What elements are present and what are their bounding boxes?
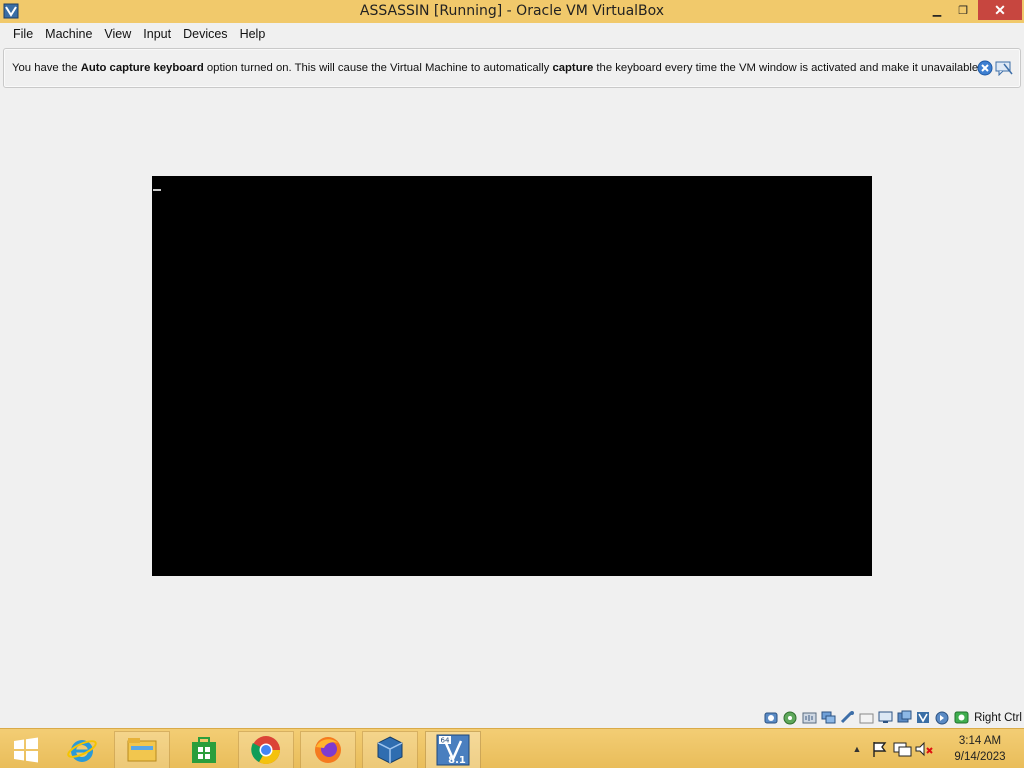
chrome-icon	[251, 736, 280, 764]
clock-date: 9/14/2023	[954, 751, 1006, 763]
network-icon[interactable]	[820, 710, 837, 725]
mouse-integration-icon[interactable]	[934, 710, 951, 725]
notification-banner: You have the Auto capture keyboard optio…	[3, 48, 1021, 88]
audio-icon[interactable]	[801, 710, 818, 725]
taskbar-virtualbox-manager[interactable]	[362, 731, 418, 768]
window-titlebar[interactable]: ASSASSIN [Running] - Oracle VM VirtualBo…	[0, 0, 1024, 23]
volume-muted-icon[interactable]	[914, 740, 936, 758]
display-icon[interactable]	[877, 710, 894, 725]
usb-icon[interactable]	[839, 710, 856, 725]
banner-text: the keyboard every time the VM window is…	[593, 62, 991, 74]
vm-status-bar: Right Ctrl	[0, 707, 1024, 728]
taskbar-internet-explorer[interactable]	[54, 731, 110, 768]
vm-badge-label: 8.1	[448, 755, 466, 766]
taskbar-chrome[interactable]	[238, 731, 294, 768]
shared-folders-icon[interactable]	[858, 710, 875, 725]
banner-text: You have the	[12, 62, 81, 74]
taskbar-clock[interactable]: 3:14 AM 9/14/2023	[944, 733, 1016, 765]
text-cursor	[153, 189, 161, 191]
restore-button[interactable]: ❐	[950, 0, 976, 20]
menu-bar: File Machine View Input Devices Help	[0, 23, 1024, 44]
host-key-label[interactable]: Right Ctrl	[974, 712, 1022, 724]
menu-view[interactable]: View	[99, 27, 136, 41]
action-center-flag-icon[interactable]	[870, 740, 892, 758]
vm-client-area: You have the Auto capture keyboard optio…	[0, 44, 1024, 728]
virtualization-icon[interactable]	[915, 710, 932, 725]
taskbar-file-explorer[interactable]	[114, 731, 170, 768]
vm-windows-8-1-icon: 64 8.1	[436, 734, 470, 766]
optical-drive-icon[interactable]	[782, 710, 799, 725]
start-button[interactable]	[0, 731, 52, 768]
video-capture-icon[interactable]	[896, 710, 913, 725]
banner-message: You have the Auto capture keyboard optio…	[12, 62, 991, 74]
menu-devices[interactable]: Devices	[178, 27, 232, 41]
vm-badge-top: 64	[441, 737, 450, 745]
windows-taskbar: 64 8.1 ▲ 3:14 AM 9/14/2023	[0, 728, 1024, 768]
window-title: ASSASSIN [Running] - Oracle VM VirtualBo…	[359, 3, 665, 19]
close-circle-icon[interactable]	[977, 60, 993, 76]
menu-help[interactable]: Help	[235, 27, 271, 41]
close-icon: ✕	[994, 1, 1006, 18]
show-hidden-icons-icon[interactable]: ▲	[850, 744, 864, 754]
start-icon	[14, 737, 38, 763]
menu-input[interactable]: Input	[138, 27, 176, 41]
system-tray: ▲	[850, 729, 936, 768]
firefox-icon	[315, 737, 341, 763]
banner-text: option turned on. This will cause the Vi…	[203, 62, 553, 74]
network-tray-icon[interactable]	[892, 740, 914, 758]
internet-explorer-icon	[67, 740, 97, 762]
keyboard-capture-icon[interactable]	[953, 710, 970, 725]
close-button[interactable]: ✕	[978, 0, 1022, 20]
taskbar-vm-window[interactable]: 64 8.1	[425, 731, 481, 768]
clock-time: 3:14 AM	[958, 735, 1002, 747]
taskbar-firefox[interactable]	[300, 731, 356, 768]
file-explorer-icon	[127, 738, 157, 762]
banner-bold: Auto capture keyboard	[80, 62, 204, 74]
minimize-button[interactable]: ▁	[922, 0, 952, 20]
vm-display[interactable]	[152, 176, 872, 576]
taskbar-store[interactable]	[176, 731, 232, 768]
restore-icon: ❐	[958, 4, 968, 17]
menu-file[interactable]: File	[8, 27, 38, 41]
store-icon	[192, 737, 216, 763]
minimize-icon: ▁	[932, 4, 942, 17]
banner-bold: capture	[552, 62, 594, 74]
do-not-show-icon[interactable]	[995, 60, 1013, 76]
hard-disk-icon[interactable]	[763, 710, 780, 725]
menu-machine[interactable]: Machine	[40, 27, 97, 41]
virtualbox-manager-icon	[377, 736, 403, 764]
